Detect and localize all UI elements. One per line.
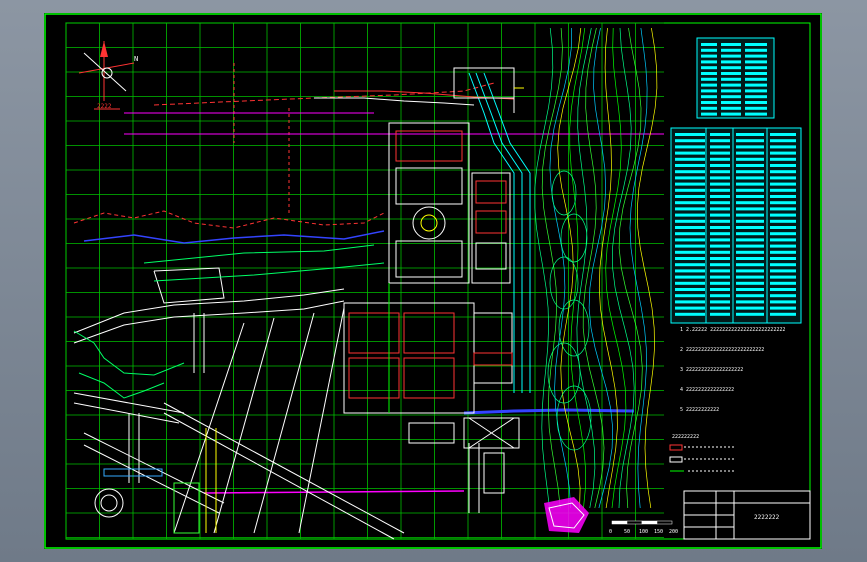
note-line: 1 2.22222 2222222222222222222222222 [680, 327, 785, 333]
green-zones-west [73, 244, 385, 534]
svg-text:N: N [134, 55, 138, 63]
note-line: 5 22222222222 [680, 407, 719, 413]
drawing-sheet[interactable]: N 2222 1 2.22222 22222222222222222222222… [44, 13, 822, 549]
legend-swatch-red [669, 444, 683, 451]
scale-tick-label: 50 [624, 529, 630, 535]
point-schedule-table[interactable] [670, 127, 802, 324]
scale-tick-label: 100 [639, 529, 648, 535]
note-line: 2 22222222222222222222222222 [680, 347, 764, 353]
magenta-boundary-3 [203, 490, 465, 494]
cad-window: N 2222 1 2.22222 22222222222222222222222… [0, 0, 867, 562]
note-line: 3 2222222222222222222 [680, 367, 743, 373]
svg-text:2222: 2222 [97, 103, 112, 110]
scale-tick-label: 150 [654, 529, 663, 535]
legend-swatch-white [669, 456, 683, 463]
scale-tick-label: 0 [609, 529, 612, 535]
blue-canal-south [463, 408, 635, 415]
note-line: 4 2222222222222222 [680, 387, 734, 393]
property-line-north [153, 82, 495, 106]
scale-bar: 0 50 100 150 200 [609, 520, 678, 535]
property-line [73, 210, 385, 229]
site-plan-canvas[interactable]: N 2222 1 2.22222 22222222222222222222222… [44, 13, 822, 549]
legend-title: 222222222 [672, 434, 699, 440]
title-block[interactable]: 2222222 [683, 490, 811, 540]
magenta-building [544, 497, 589, 533]
scale-tick-label: 200 [669, 529, 678, 535]
coordinate-table[interactable] [696, 37, 775, 119]
north-arrow: N 2222 [78, 41, 138, 110]
blue-canal [83, 230, 385, 244]
road-network-west [73, 267, 405, 540]
legend: 222222222 [669, 434, 734, 472]
north-road [314, 67, 524, 113]
sheet-title: 2222222 [754, 514, 780, 521]
general-notes: 1 2.22222 2222222222222222222222222 2 222… [680, 327, 785, 413]
plant-complex[interactable] [343, 122, 520, 513]
